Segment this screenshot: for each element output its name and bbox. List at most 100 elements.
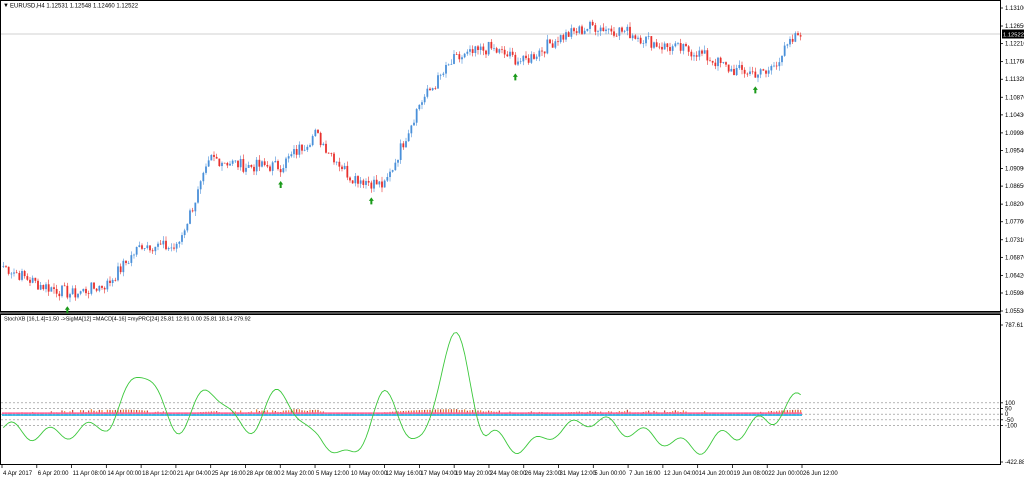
- time-axis-label: 14 Jun 20:00: [699, 471, 734, 477]
- candle-body: [746, 73, 749, 75]
- time-axis-label: 5 Jun 00:00: [594, 471, 626, 477]
- indicator-title: StochXB [16,1.4]=1.50 ->SigMA[12] =MACD[…: [4, 317, 251, 323]
- candle-body: [122, 260, 125, 273]
- price-axis-label: 1.06870: [1005, 255, 1024, 261]
- price-axis-label: 1.05530: [1005, 309, 1024, 315]
- candle-body: [295, 149, 298, 155]
- candle-body: [74, 288, 77, 298]
- candle-body: [373, 179, 375, 189]
- indicator-axis-label: -422.88: [1005, 460, 1024, 466]
- candle-body: [263, 161, 266, 165]
- price-axis-label: 1.07760: [1005, 220, 1024, 226]
- candle-body: [543, 51, 546, 54]
- candle-body: [522, 55, 525, 62]
- candle-body: [797, 33, 799, 36]
- candle-body: [95, 288, 98, 291]
- candle-body: [357, 176, 359, 184]
- candle-body: [767, 70, 770, 74]
- candle-body: [53, 287, 55, 289]
- candle-body: [661, 46, 663, 50]
- candle-body: [103, 287, 106, 290]
- candle-body: [351, 180, 354, 184]
- candle-body: [602, 27, 605, 32]
- candle-body: [77, 293, 79, 298]
- candle-body: [85, 288, 87, 294]
- candle-body: [490, 41, 493, 49]
- candle-body: [277, 161, 279, 170]
- candle-body: [647, 36, 650, 37]
- candle-body: [135, 246, 138, 255]
- candle-body: [637, 37, 639, 39]
- candle-body: [485, 50, 487, 55]
- candle-body: [426, 88, 429, 97]
- candle-body: [50, 287, 53, 292]
- price-axis-label: 1.09090: [1005, 167, 1024, 173]
- candle-body: [706, 50, 709, 61]
- candle-body: [333, 153, 335, 163]
- candle-body: [634, 35, 637, 39]
- candle-body: [509, 51, 511, 57]
- candle-body: [117, 266, 119, 281]
- candle-body: [253, 166, 255, 172]
- candle-body: [631, 35, 634, 39]
- collapse-triangle-icon[interactable]: ▼: [3, 3, 9, 9]
- candle-body: [287, 156, 290, 159]
- candle-body: [527, 58, 530, 63]
- candle-body: [503, 49, 506, 55]
- candle-body: [173, 247, 175, 249]
- candle-body: [55, 288, 58, 294]
- candle-body: [514, 54, 517, 65]
- chart-title: EURUSD,H4 1.12531 1.12548 1.12460 1.1252…: [10, 4, 139, 10]
- candle-body: [354, 176, 357, 184]
- candle-body: [237, 160, 239, 168]
- price-axis-label: 1.12650: [1005, 24, 1024, 30]
- candle-body: [271, 162, 274, 171]
- time-axis-label: 26 May 23:00: [525, 471, 562, 477]
- candle-body: [279, 169, 282, 173]
- candle-body: [581, 26, 583, 34]
- candle-body: [399, 143, 402, 160]
- candle-body: [554, 41, 557, 48]
- candle-body: [621, 27, 623, 32]
- candle-body: [151, 250, 154, 252]
- candle-body: [573, 28, 575, 32]
- candle-body: [687, 46, 690, 52]
- time-axis-label: 6 Apr 20:00: [38, 471, 69, 477]
- candle-body: [517, 61, 519, 65]
- candle-body: [610, 28, 613, 32]
- candle-body: [501, 49, 503, 50]
- candle-body: [549, 39, 551, 44]
- candle-body: [743, 69, 746, 74]
- candle-body: [218, 158, 221, 167]
- candle-body: [463, 53, 466, 58]
- candle-body: [450, 63, 453, 65]
- candle-body: [15, 272, 18, 274]
- candle-body: [159, 243, 162, 245]
- time-axis-label: 24 May 08:00: [490, 471, 527, 477]
- time-axis-label: 19 Jun 08:00: [733, 471, 768, 477]
- candle-body: [738, 65, 741, 68]
- candle-body: [143, 248, 146, 249]
- price-axis-label: 1.11760: [1005, 60, 1024, 66]
- candle-body: [530, 54, 533, 63]
- candle-body: [29, 279, 31, 283]
- candle-body: [165, 240, 167, 250]
- candle-body: [58, 293, 61, 297]
- candle-body: [157, 243, 159, 247]
- candle-body: [567, 32, 570, 37]
- candle-body: [138, 245, 141, 247]
- candle-body: [615, 35, 618, 37]
- candle-body: [583, 30, 586, 34]
- time-axis-label: 11 Apr 08:00: [73, 471, 107, 477]
- candle-body: [671, 46, 674, 51]
- candle-body: [186, 223, 189, 231]
- candle-body: [570, 28, 573, 37]
- candle-body: [669, 47, 671, 51]
- candle-body: [311, 136, 314, 146]
- candle-body: [125, 260, 127, 264]
- time-axis-label: 5 May 12:00: [316, 471, 350, 477]
- time-axis-label: 17 May 04:00: [420, 471, 457, 477]
- candle-body: [791, 38, 794, 42]
- candle-body: [197, 189, 199, 203]
- candle-body: [469, 49, 471, 52]
